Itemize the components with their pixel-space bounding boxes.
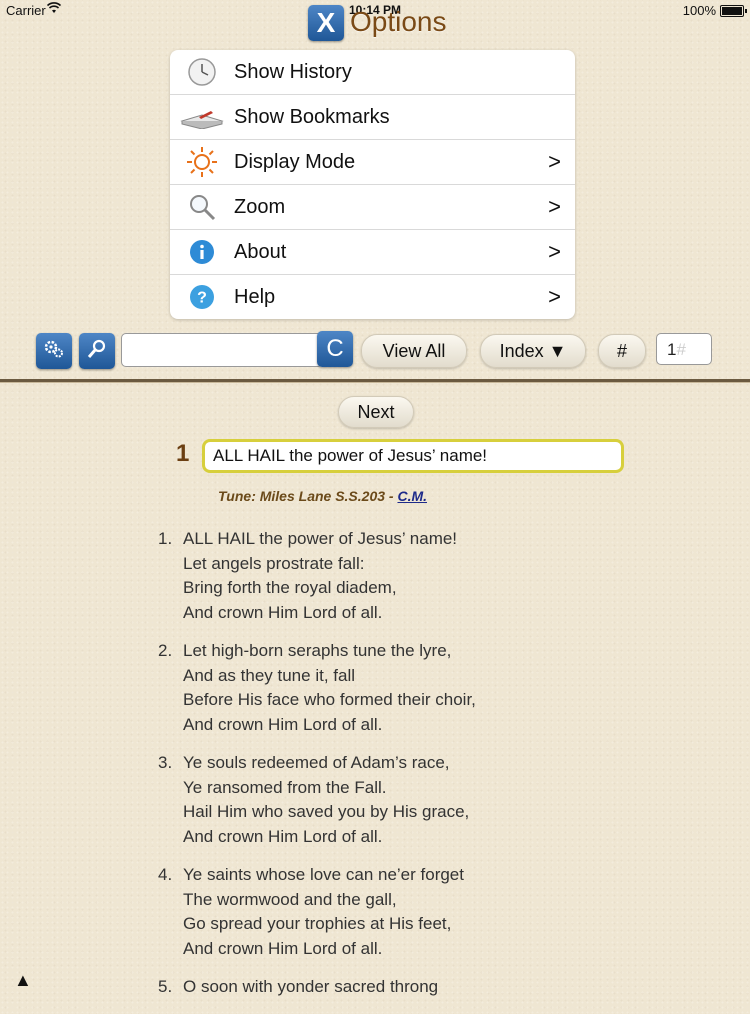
verses: 1. ALL HAIL the power of Jesus’ name! Le… xyxy=(158,527,476,1014)
battery-percent: 100% xyxy=(682,3,716,18)
verse-line: And crown Him Lord of all. xyxy=(183,602,383,622)
verse-line: Let high-born seraphs tune the lyre, xyxy=(183,641,452,660)
verse: 4. Ye saints whose love can ne’er forget… xyxy=(158,863,476,961)
menu-item-zoom[interactable]: Zoom > xyxy=(170,185,575,230)
menu-item-label: Show History xyxy=(234,60,352,83)
verse-line: ALL HAIL the power of Jesus’ name! xyxy=(183,529,458,548)
search-button[interactable] xyxy=(79,333,115,369)
svg-text:?: ? xyxy=(197,290,207,307)
verse-line: Go spread your trophies at His feet, xyxy=(183,914,452,933)
menu-item-label: About xyxy=(234,240,287,263)
verse: 5. O soon with yonder sacred throng xyxy=(158,975,476,1000)
menu-item-show-history[interactable]: Show History xyxy=(170,50,575,95)
verse-line: Hail Him who saved you by His grace, xyxy=(183,802,470,821)
view-all-button[interactable]: View All xyxy=(361,334,467,368)
gears-icon xyxy=(43,338,65,365)
hymn-number-input[interactable]: 1# xyxy=(656,333,712,365)
hymn-number: 1 xyxy=(176,440,190,467)
options-title: Options xyxy=(350,6,447,37)
chevron-right-icon: > xyxy=(548,149,561,174)
hymn-title-field[interactable]: ALL HAIL the power of Jesus’ name! xyxy=(202,439,624,473)
clock-icon xyxy=(170,57,234,87)
book-icon xyxy=(170,105,234,129)
verse: 1. ALL HAIL the power of Jesus’ name! Le… xyxy=(158,527,476,625)
menu-item-display-mode[interactable]: Display Mode > xyxy=(170,140,575,185)
verse-line: Let angels prostrate fall: xyxy=(183,553,365,573)
verse-line: And as they tune it, fall xyxy=(183,665,355,685)
menu-item-label: Zoom xyxy=(234,195,286,218)
tune-label: Tune: Miles Lane S.S.203 - xyxy=(218,488,398,504)
verse-line: And crown Him Lord of all. xyxy=(183,714,383,734)
clear-button[interactable]: C xyxy=(317,331,353,367)
verse-line: And crown Him Lord of all. xyxy=(183,938,383,958)
chevron-right-icon: > xyxy=(548,239,561,264)
verse-lines: Ye saints whose love can ne’er forget Th… xyxy=(183,863,464,961)
toolbar-divider xyxy=(0,379,750,383)
verse-line: The wormwood and the gall, xyxy=(183,889,397,909)
tune-info: Tune: Miles Lane S.S.203 - C.M. xyxy=(218,488,427,504)
settings-button[interactable] xyxy=(36,333,72,369)
chevron-right-icon: > xyxy=(548,284,561,309)
verse: 3. Ye souls redeemed of Adam’s race, Ye … xyxy=(158,751,476,849)
close-options-button[interactable]: X xyxy=(308,5,344,41)
menu-item-about[interactable]: About > xyxy=(170,230,575,275)
verse-line: Before His face who formed their choir, xyxy=(183,690,476,709)
verse-number: 2. xyxy=(158,641,173,660)
verse-line: Ye ransomed from the Fall. xyxy=(183,777,387,797)
verse-line: Ye souls redeemed of Adam’s race, xyxy=(183,753,450,772)
verse: 2. Let high-born seraphs tune the lyre, … xyxy=(158,639,476,737)
verse-lines: O soon with yonder sacred throng xyxy=(183,975,438,1000)
verse-lines: Let high-born seraphs tune the lyre, And… xyxy=(183,639,476,737)
menu-item-show-bookmarks[interactable]: Show Bookmarks xyxy=(170,95,575,140)
verse-line: And crown Him Lord of all. xyxy=(183,826,383,846)
verse-line: Bring forth the royal diadem, xyxy=(183,578,397,597)
options-menu: Show History Show Bookmarks Display Mode… xyxy=(170,50,575,319)
next-button[interactable]: Next xyxy=(338,396,414,428)
menu-item-label: Help xyxy=(234,285,276,308)
search-input[interactable] xyxy=(121,333,323,367)
verse-number: 3. xyxy=(158,753,173,772)
verse-number: 5. xyxy=(158,977,173,996)
verse-number: 4. xyxy=(158,865,173,884)
menu-item-help[interactable]: ? Help > xyxy=(170,275,575,319)
hymn-number-placeholder: # xyxy=(676,340,686,359)
meter-link[interactable]: C.M. xyxy=(397,488,427,504)
verse-line: O soon with yonder sacred throng xyxy=(183,977,439,996)
scroll-up-arrow-icon[interactable]: ▲ xyxy=(14,970,32,991)
verse-line: Ye saints whose love can ne’er forget xyxy=(183,865,464,884)
chevron-right-icon: > xyxy=(548,194,561,219)
help-icon: ? xyxy=(170,284,234,310)
index-dropdown[interactable]: Index ▼ xyxy=(480,334,586,368)
hash-button[interactable]: # xyxy=(598,334,646,368)
magnifier-icon xyxy=(170,192,234,222)
verse-lines: Ye souls redeemed of Adam’s race, Ye ran… xyxy=(183,751,469,849)
battery-icon xyxy=(720,5,747,17)
verse-lines: ALL HAIL the power of Jesus’ name! Let a… xyxy=(183,527,457,625)
menu-item-label: Show Bookmarks xyxy=(234,105,390,128)
verse-number: 1. xyxy=(158,529,173,548)
info-icon xyxy=(170,239,234,265)
menu-item-label: Display Mode xyxy=(234,150,356,173)
sun-icon xyxy=(170,145,234,179)
search-icon xyxy=(86,338,108,365)
